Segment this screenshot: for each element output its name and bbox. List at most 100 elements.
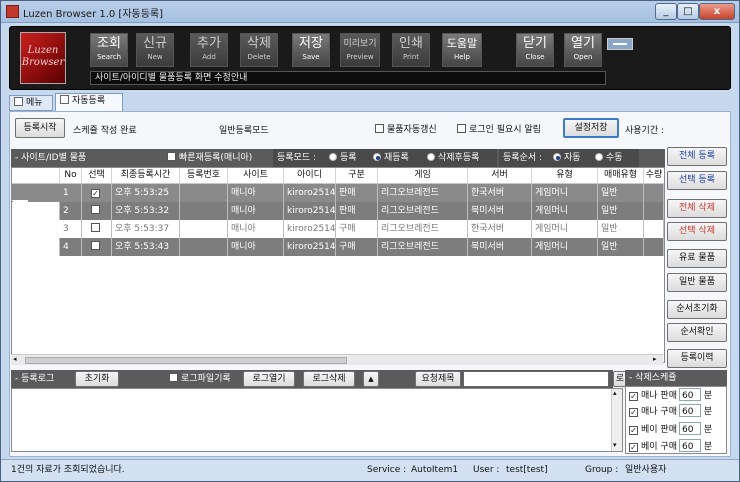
log-vertical-scrollbar[interactable]: ▴ ▾ bbox=[611, 389, 622, 451]
table-row[interactable]: 2 오후 5:53:32 매니아 kiroro2514 판매 리그오브레전드 북… bbox=[12, 202, 664, 220]
cell-game: 리그오브레전드 bbox=[378, 202, 468, 220]
schedule-item: 매나 판매60 분 bbox=[629, 388, 712, 402]
file-log-checkbox[interactable]: 로그파일기록 bbox=[169, 370, 231, 388]
column-header-select[interactable]: 선택 bbox=[82, 168, 112, 184]
login-alert-checkbox[interactable]: 로그인 필요시 알림 bbox=[457, 122, 541, 135]
reg-mode-radio-register[interactable]: 등록 bbox=[329, 149, 357, 167]
tab-menu[interactable]: 메뉴 bbox=[9, 95, 53, 111]
column-header-site[interactable]: 사이트 bbox=[228, 168, 284, 184]
cell-select[interactable] bbox=[82, 184, 112, 202]
print-button-ko: 인쇄 bbox=[399, 36, 423, 51]
delete-selected-button[interactable]: 선택 삭제 bbox=[667, 222, 727, 241]
start-register-button[interactable]: 등록시작 bbox=[15, 118, 65, 138]
cell-select[interactable] bbox=[82, 202, 112, 220]
quick-reg-checkbox[interactable]: 빠른재등록(매니아) bbox=[167, 149, 252, 167]
preview-button[interactable]: 미리보기 Preview bbox=[340, 33, 380, 67]
delete-log-button[interactable]: 로그삭제 bbox=[303, 371, 355, 387]
auto-update-checkbox[interactable]: 물품자동갱신 bbox=[375, 122, 437, 135]
request-title-button[interactable]: 요청제목 bbox=[415, 371, 461, 387]
grid-horizontal-scrollbar[interactable]: ◂ ▸ bbox=[11, 354, 663, 365]
column-header-qty[interactable]: 수량 bbox=[644, 168, 664, 184]
column-header-trade[interactable]: 매매유형 bbox=[598, 168, 644, 184]
close-button[interactable]: 닫기 Close bbox=[516, 33, 554, 67]
row-checkbox[interactable] bbox=[91, 205, 100, 214]
scroll-left-icon[interactable]: ◂ bbox=[13, 355, 17, 363]
schedule-checkbox[interactable] bbox=[629, 443, 638, 452]
search-button-ko: 조회 bbox=[97, 36, 121, 51]
schedule-minutes-input[interactable]: 60 bbox=[678, 388, 701, 401]
row-checkbox[interactable] bbox=[91, 241, 100, 250]
new-button[interactable]: 신규 New bbox=[136, 33, 174, 67]
open-button[interactable]: 열기 Open bbox=[564, 33, 602, 67]
scroll-down-icon[interactable]: ▾ bbox=[613, 441, 617, 449]
cell-select[interactable] bbox=[82, 220, 112, 238]
cell-regno bbox=[180, 238, 228, 256]
column-header-regno[interactable]: 등록번호 bbox=[180, 168, 228, 184]
row-checkbox[interactable] bbox=[91, 223, 100, 232]
order-reset-button[interactable]: 순서초기화 bbox=[667, 300, 727, 319]
column-header-kind[interactable]: 유형 bbox=[532, 168, 598, 184]
column-header-server[interactable]: 서버 bbox=[468, 168, 532, 184]
column-header-time[interactable]: 최종등록시간 bbox=[112, 168, 180, 184]
schedule-checkbox[interactable] bbox=[629, 408, 638, 417]
schedule-minutes-input[interactable]: 60 bbox=[678, 439, 701, 452]
print-button[interactable]: 인쇄 Print bbox=[392, 33, 430, 67]
cell-id: kiroro2514 bbox=[284, 184, 336, 202]
order-label-auto: 자동 bbox=[564, 153, 581, 163]
table-row[interactable]: 3 오후 5:53:37 매니아 kiroro2514 구매 리그오브레전드 한… bbox=[12, 220, 664, 238]
checkbox-icon bbox=[375, 124, 384, 133]
save-button[interactable]: 저장 Save bbox=[292, 33, 330, 67]
reg-mode-radio-reregister[interactable]: 재등록 bbox=[373, 149, 409, 167]
scroll-thumb[interactable] bbox=[25, 357, 347, 364]
schedule-checkbox[interactable] bbox=[629, 426, 638, 435]
normal-items-button[interactable]: 일반 물품 bbox=[667, 273, 727, 292]
register-history-button[interactable]: 등록이력 bbox=[667, 349, 727, 368]
column-header-no[interactable]: No bbox=[60, 168, 82, 184]
toolbar: Luzen Browser 조회 Search 신규 New 추가 Add 삭제 Dele… bbox=[9, 26, 731, 90]
toolbar-toggle[interactable] bbox=[607, 38, 633, 50]
register-selected-button[interactable]: 선택 등록 bbox=[667, 171, 727, 190]
column-header-id[interactable]: 아이디 bbox=[284, 168, 336, 184]
tab-auto-register[interactable]: 자동등록 bbox=[55, 93, 123, 112]
scroll-up-icon[interactable]: ▴ bbox=[613, 389, 617, 397]
schedule-minutes-input[interactable]: 60 bbox=[678, 422, 701, 435]
cell-regno bbox=[180, 202, 228, 220]
table-row[interactable]: 4 오후 5:53:43 매니아 kiroro2514 구매 리그오브레전드 북… bbox=[12, 238, 664, 256]
schedule-checkbox[interactable] bbox=[629, 392, 638, 401]
request-title-input[interactable] bbox=[463, 371, 609, 387]
collapse-up-icon[interactable]: ▲ bbox=[363, 371, 379, 387]
close-window-button[interactable]: x bbox=[699, 3, 735, 20]
help-button[interactable]: 도움말 Help bbox=[442, 33, 482, 67]
help-button-en: Help bbox=[454, 53, 470, 61]
group-value: 일반사용자 bbox=[625, 465, 667, 475]
paid-items-button[interactable]: 유료 물품 bbox=[667, 249, 727, 268]
order-radio-auto[interactable]: 자동 bbox=[553, 149, 581, 167]
delete-button[interactable]: 삭제 Delete bbox=[240, 33, 278, 67]
scroll-right-icon[interactable]: ▸ bbox=[653, 355, 657, 363]
cell-trade: 일반 bbox=[598, 238, 644, 256]
schedule-minutes-input[interactable]: 60 bbox=[678, 404, 701, 417]
settings-save-button[interactable]: 설정저장 bbox=[563, 118, 619, 138]
register-all-button[interactable]: 전체 등록 bbox=[667, 147, 727, 166]
new-button-ko: 신규 bbox=[143, 36, 167, 51]
order-label: 등록순서 : bbox=[503, 153, 543, 163]
cell-no: 4 bbox=[60, 238, 82, 256]
row-checkbox[interactable] bbox=[91, 189, 100, 198]
reg-mode-radio-delete-register[interactable]: 삭제후등록 bbox=[427, 149, 479, 167]
log-reset-button[interactable]: 초기화 bbox=[75, 371, 119, 387]
log-textarea[interactable] bbox=[11, 388, 623, 452]
section-title: - 사이트/ID별 물품 bbox=[15, 153, 87, 163]
cell-select[interactable] bbox=[82, 238, 112, 256]
delete-all-button[interactable]: 전체 삭제 bbox=[667, 199, 727, 218]
maximize-button[interactable]: □ bbox=[677, 3, 699, 20]
order-radio-manual[interactable]: 수동 bbox=[595, 149, 623, 167]
add-button[interactable]: 추가 Add bbox=[190, 33, 228, 67]
column-header-type[interactable]: 구분 bbox=[336, 168, 378, 184]
minimize-button[interactable]: _ bbox=[655, 3, 677, 20]
search-button[interactable]: 조회 Search bbox=[90, 33, 128, 67]
open-log-button[interactable]: 로그열기 bbox=[243, 371, 295, 387]
reg-mode-label-delete-register: 삭제후등록 bbox=[438, 153, 480, 163]
order-check-button[interactable]: 순서확인 bbox=[667, 323, 727, 342]
column-header-game[interactable]: 게임 bbox=[378, 168, 468, 184]
table-row[interactable]: ▶ 1 오후 5:53:25 매니아 kiroro2514 판매 리그오브레전드… bbox=[12, 184, 664, 218]
